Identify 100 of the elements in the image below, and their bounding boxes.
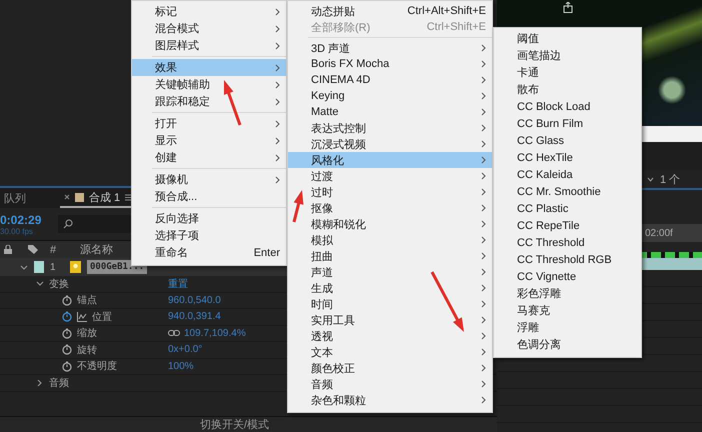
menu-item[interactable]: 抠像	[288, 200, 492, 216]
menu-item[interactable]: 扭曲	[288, 248, 492, 264]
menu-item[interactable]: CC Burn Film	[494, 115, 641, 132]
timecode[interactable]: 0:02:29	[0, 212, 46, 226]
menu-item[interactable]: Matte	[288, 104, 492, 120]
menu-item[interactable]: 沉浸式视频	[288, 136, 492, 152]
menu-item[interactable]: 过时	[288, 184, 492, 200]
menu-item[interactable]: 风格化	[288, 152, 492, 168]
menu-item[interactable]: 过渡	[288, 168, 492, 184]
shortcut-text: Enter	[254, 246, 280, 258]
footage-icon	[70, 261, 81, 273]
menu-item[interactable]: Boris FX Mocha	[288, 56, 492, 72]
property-value[interactable]: 0x+0.0°	[168, 344, 202, 356]
chevron-icon	[275, 136, 280, 144]
property-group-name: 变换	[49, 278, 69, 291]
menu-item[interactable]: CINEMA 4D	[288, 72, 492, 88]
menu-item[interactable]: CC Plastic	[494, 200, 641, 217]
menu-item[interactable]: 声道	[288, 264, 492, 280]
property-name: 缩放	[77, 326, 97, 340]
property-name: 位置	[92, 310, 112, 324]
graph-icon	[77, 312, 87, 322]
shortcut-text: Ctrl+Alt+Shift+E	[407, 5, 486, 17]
chevron-icon	[275, 98, 280, 106]
property-name: 锚点	[77, 294, 97, 308]
menu-item[interactable]: 透视	[288, 328, 492, 344]
menu-item[interactable]: CC Mr. Smoothie	[494, 183, 641, 200]
color-swatch	[75, 192, 84, 202]
menu-item[interactable]: CC Vignette	[494, 268, 641, 285]
annotation-arrow	[430, 271, 464, 332]
chevron-icon	[275, 24, 280, 32]
chevron-icon	[275, 154, 280, 162]
layer-number: 1	[50, 262, 57, 272]
menu-item[interactable]: 创建	[132, 149, 286, 166]
menu-item[interactable]: 打开	[132, 115, 286, 132]
menu-item[interactable]: 显示	[132, 132, 286, 149]
menu-item[interactable]: 画笔描边	[494, 47, 641, 64]
menu-item[interactable]: 杂色和颗粒	[288, 392, 492, 408]
panel-tab[interactable]: 队列	[0, 189, 30, 207]
menu-item[interactable]: 选择子项	[132, 227, 286, 244]
ruler-label: 02:00f	[645, 228, 673, 238]
menu-item[interactable]: CC Kaleida	[494, 166, 641, 183]
menu-item[interactable]: 散布	[494, 81, 641, 98]
menu-item[interactable]: CC Threshold RGB	[494, 251, 641, 268]
property-name: 不透明度	[77, 360, 117, 374]
menu-item[interactable]: CC Block Load	[494, 98, 641, 115]
column-header: 源名称	[80, 243, 114, 257]
menu-item[interactable]: CC HexTile	[494, 149, 641, 166]
menu-item[interactable]: 模糊和锐化	[288, 216, 492, 232]
reset-link[interactable]: 重置	[168, 276, 188, 291]
property-value[interactable]: 100%	[168, 360, 194, 372]
annotation-arrow	[292, 190, 304, 222]
menu-item[interactable]: 彩色浮雕	[494, 285, 641, 302]
menu-item[interactable]: 重命名 Enter	[132, 244, 286, 261]
chevron-icon	[647, 176, 654, 182]
chevron-icon	[275, 8, 280, 16]
shortcut-text: Ctrl+Shift+E	[426, 21, 486, 33]
menu-item[interactable]: 关键帧辅助	[132, 76, 286, 93]
menu-item[interactable]: 3D 声道	[288, 40, 492, 56]
property-value[interactable]: 109.7,109.4%	[184, 328, 246, 339]
menu-item[interactable]: 色调分离	[494, 336, 641, 353]
label-color-swatch	[34, 261, 44, 273]
menu-item[interactable]: 表达式控制	[288, 120, 492, 136]
menu-item[interactable]: 音频	[288, 376, 492, 392]
menu-item[interactable]: 实用工具	[288, 312, 492, 328]
column-header: #	[50, 244, 56, 256]
chevron-icon	[275, 120, 280, 128]
menu-item[interactable]: 马赛克	[494, 302, 641, 319]
search-icon	[62, 219, 74, 229]
menu-item[interactable]: 摄像机	[132, 171, 286, 188]
menu-item[interactable]: 浮雕	[494, 319, 641, 336]
menu-item[interactable]: 阈值	[494, 30, 641, 47]
annotation-arrow	[224, 80, 242, 126]
menu-item[interactable]: 跟踪和稳定	[132, 93, 286, 110]
menu-item[interactable]: 动态拼贴 Ctrl+Alt+Shift+E	[288, 3, 492, 19]
menu-item[interactable]: CC Threshold	[494, 234, 641, 251]
menu-item[interactable]: CC RepeTile	[494, 217, 641, 234]
property-value[interactable]: 940.0,391.4	[168, 311, 221, 322]
menu-item[interactable]: 文本	[288, 344, 492, 360]
toggle-mode-label[interactable]: 切换开关/模式	[200, 417, 270, 432]
close-icon	[64, 194, 70, 200]
menu-item[interactable]: Keying	[288, 88, 492, 104]
menu-item[interactable]: 图层样式	[132, 37, 286, 54]
menu-item[interactable]: 模拟	[288, 232, 492, 248]
search-field[interactable]	[58, 215, 132, 233]
menu-item[interactable]: 混合模式	[132, 20, 286, 37]
menu-item[interactable]: CC Glass	[494, 132, 641, 149]
chevron-icon	[275, 80, 280, 88]
tag-icon	[28, 245, 38, 254]
menu-item[interactable]: 反向选择	[132, 210, 286, 227]
menu-item[interactable]: 时间	[288, 296, 492, 312]
menu-item[interactable]: 生成	[288, 280, 492, 296]
menu-item[interactable]: 颜色校正	[288, 360, 492, 376]
view-dropdown[interactable]: 1 个	[660, 172, 680, 186]
menu-item[interactable]: 标记	[132, 3, 286, 20]
menu-item[interactable]: 卡通	[494, 64, 641, 81]
share-icon	[563, 2, 573, 13]
lock-icon	[4, 245, 12, 254]
chevron-icon	[275, 42, 280, 50]
menu-item[interactable]: 效果	[132, 59, 286, 76]
property-value[interactable]: 960.0,540.0	[168, 294, 221, 306]
